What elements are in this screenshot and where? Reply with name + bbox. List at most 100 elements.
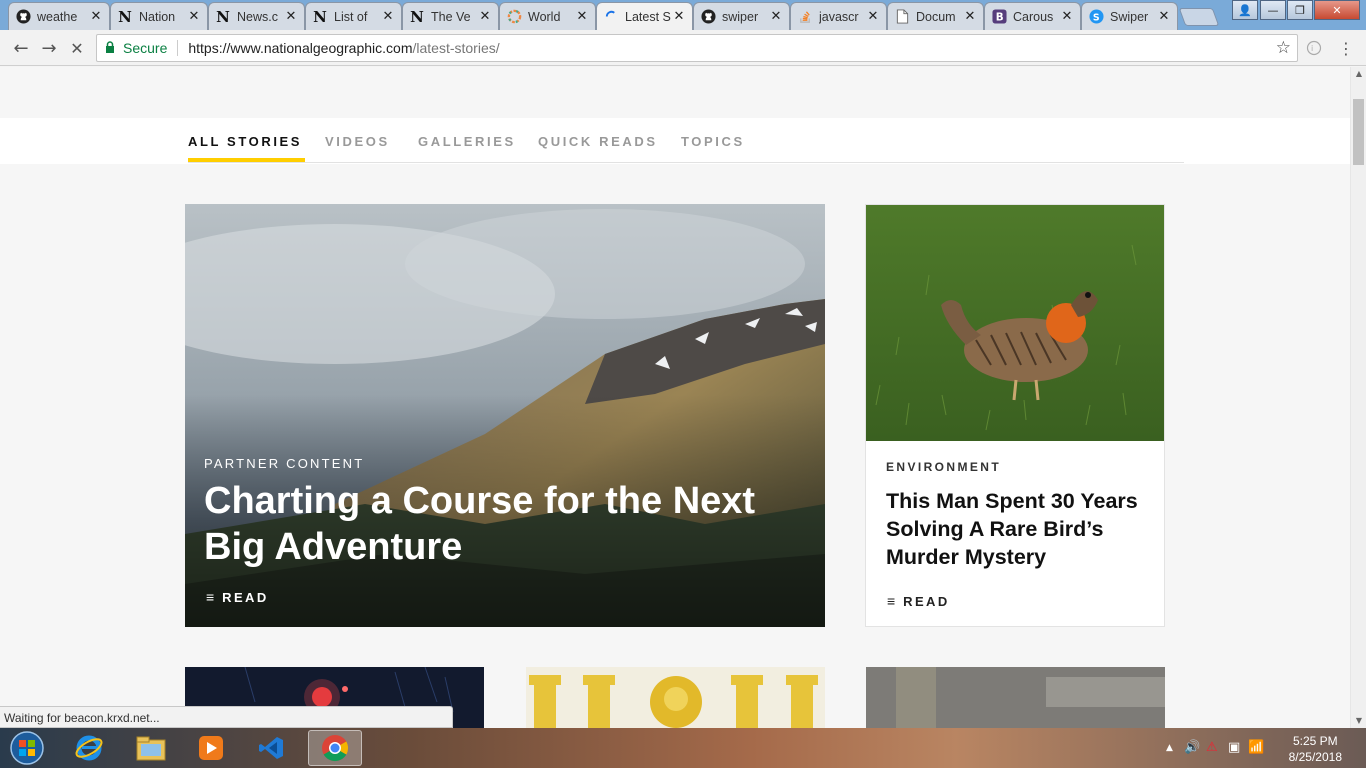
- tab-close-icon[interactable]: ✕: [89, 9, 103, 24]
- tab-quick-reads[interactable]: QUICK READS: [538, 134, 658, 149]
- taskbar-vscode[interactable]: [244, 730, 298, 766]
- maximize-icon: ❐: [1295, 3, 1305, 17]
- tab-close-icon[interactable]: ✕: [963, 9, 977, 24]
- browser-tab[interactable]: Docum ✕: [887, 2, 984, 30]
- tab-close-icon[interactable]: ✕: [672, 9, 686, 24]
- browser-tab[interactable]: N The Ve ✕: [402, 2, 499, 30]
- tab-all-stories[interactable]: ALL STORIES: [188, 134, 306, 162]
- side-read-link[interactable]: ≡ READ: [887, 593, 950, 609]
- browser-tab[interactable]: N Nation ✕: [110, 2, 208, 30]
- vertical-scrollbar[interactable]: ▲ ▼: [1350, 67, 1366, 728]
- article-lines-icon: ≡: [206, 589, 215, 605]
- document-icon: [894, 9, 910, 25]
- tab-title: Latest S: [625, 9, 671, 24]
- hero-title[interactable]: Charting a Course for the Next Big Adven…: [204, 478, 804, 570]
- tab-videos[interactable]: VIDEOS: [325, 134, 390, 149]
- story-card[interactable]: [526, 667, 825, 728]
- browser-tab[interactable]: N List of ✕: [305, 2, 402, 30]
- browser-tab[interactable]: swiper ✕: [693, 2, 790, 30]
- back-button[interactable]: ←: [9, 36, 33, 60]
- browser-tab[interactable]: B Carous ✕: [984, 2, 1081, 30]
- svg-text:B: B: [995, 12, 1003, 24]
- tab-close-icon[interactable]: ✕: [478, 9, 492, 24]
- taskbar-internet-explorer[interactable]: [62, 730, 116, 766]
- secure-label: Secure: [123, 40, 168, 56]
- internet-explorer-icon: [75, 735, 103, 761]
- natgeo-n-icon: N: [216, 7, 230, 26]
- article-lines-icon: ≡: [887, 593, 896, 609]
- side-title[interactable]: This Man Spent 30 Years Solving A Rare B…: [886, 487, 1156, 571]
- forward-button[interactable]: →: [37, 36, 61, 60]
- hero-kicker: PARTNER CONTENT: [204, 456, 365, 471]
- show-hidden-icons-icon[interactable]: ▲: [1166, 743, 1173, 753]
- browser-tab[interactable]: javascr ✕: [790, 2, 887, 30]
- clock-time: 5:25 PM: [1292, 734, 1338, 748]
- visual-studio-code-icon: [259, 737, 283, 759]
- story-card-environment[interactable]: ENVIRONMENT This Man Spent 30 Years Solv…: [865, 204, 1165, 627]
- maximize-button[interactable]: ❐: [1287, 0, 1313, 20]
- hero-story-card[interactable]: PARTNER CONTENT Charting a Course for th…: [185, 204, 825, 627]
- browser-menu-button[interactable]: ⋮: [1334, 36, 1358, 60]
- tab-close-icon[interactable]: ✕: [769, 9, 783, 24]
- network-warning-icon[interactable]: ⚠: [1206, 740, 1218, 755]
- system-tray: ▲ 🔊 ⚠ ▣ 📶 5:25 PM 8/25/2018: [1156, 728, 1366, 768]
- bookmark-star-icon[interactable]: ☆: [1276, 38, 1291, 58]
- tab-close-icon[interactable]: ✕: [575, 9, 589, 24]
- stackoverflow-icon: [797, 9, 813, 25]
- signal-icon[interactable]: 📶: [1248, 740, 1264, 755]
- scrollbar-thumb[interactable]: [1353, 99, 1364, 165]
- windows-taskbar: ▲ 🔊 ⚠ ▣ 📶 5:25 PM 8/25/2018: [0, 728, 1366, 768]
- browser-toolbar: ← → ✕ Secure https://www.nationalgeograp…: [0, 30, 1366, 66]
- back-arrow-icon: ←: [13, 37, 29, 59]
- tab-topics[interactable]: TOPICS: [681, 134, 745, 149]
- colorful-ring-icon: [506, 9, 522, 25]
- page-content: ALL STORIES VIDEOS GALLERIES QUICK READS…: [0, 67, 1350, 728]
- tab-close-icon[interactable]: ✕: [187, 9, 201, 24]
- tab-galleries[interactable]: GALLERIES: [418, 134, 516, 149]
- tab-close-icon[interactable]: ✕: [284, 9, 298, 24]
- action-center-icon[interactable]: ▣: [1228, 740, 1240, 755]
- system-clock[interactable]: 5:25 PM 8/25/2018: [1289, 733, 1342, 765]
- tab-close-icon[interactable]: ✕: [381, 9, 395, 24]
- tab-title: Nation: [139, 9, 176, 24]
- golden-columns-image: [526, 667, 825, 728]
- tab-title: javascr: [819, 9, 859, 24]
- tab-close-icon[interactable]: ✕: [866, 9, 880, 24]
- new-tab-button[interactable]: [1178, 8, 1220, 26]
- scroll-down-arrow-icon[interactable]: ▼: [1351, 714, 1366, 728]
- close-window-button[interactable]: ✕: [1314, 0, 1360, 20]
- address-bar[interactable]: Secure https://www.nationalgeographic.co…: [96, 34, 1298, 62]
- github-icon: [700, 9, 716, 25]
- browser-tab[interactable]: S Swiper ✕: [1081, 2, 1178, 30]
- lock-icon: [105, 40, 119, 56]
- story-card[interactable]: [866, 667, 1165, 728]
- scroll-up-arrow-icon[interactable]: ▲: [1351, 67, 1366, 81]
- tab-close-icon[interactable]: ✕: [1060, 9, 1074, 24]
- stop-loading-button[interactable]: ✕: [65, 36, 89, 60]
- extension-button[interactable]: i: [1302, 36, 1326, 60]
- tab-close-icon[interactable]: ✕: [1157, 9, 1171, 24]
- svg-text:S: S: [1092, 12, 1099, 23]
- loading-status-bubble: Waiting for beacon.krxd.net...: [0, 706, 453, 728]
- url-path: /latest-stories/: [412, 40, 500, 56]
- taskbar-file-explorer[interactable]: [124, 730, 178, 766]
- file-explorer-icon: [136, 736, 166, 761]
- blurred-photo-image: [866, 667, 1165, 728]
- taskbar-chrome[interactable]: [308, 730, 362, 766]
- browser-tab[interactable]: weathe ✕: [8, 2, 110, 30]
- browser-tab[interactable]: World ✕: [499, 2, 596, 30]
- natgeo-n-icon: N: [410, 7, 424, 26]
- prairie-chicken-image: [866, 205, 1164, 441]
- volume-icon[interactable]: 🔊: [1184, 740, 1200, 755]
- user-profile-button[interactable]: 👤: [1232, 0, 1258, 20]
- browser-tab-active[interactable]: Latest S ✕: [596, 2, 693, 30]
- hero-read-link[interactable]: ≡ READ: [206, 589, 269, 605]
- bootstrap-icon: B: [991, 9, 1007, 25]
- browser-tab[interactable]: N News.c ✕: [208, 2, 305, 30]
- minimize-button[interactable]: —: [1260, 0, 1286, 20]
- start-button[interactable]: [0, 730, 54, 766]
- taskbar-media-player[interactable]: [184, 730, 238, 766]
- read-label: READ: [222, 589, 269, 605]
- tab-title: Docum: [916, 9, 956, 24]
- story-filter-nav: ALL STORIES VIDEOS GALLERIES QUICK READS…: [188, 119, 1184, 163]
